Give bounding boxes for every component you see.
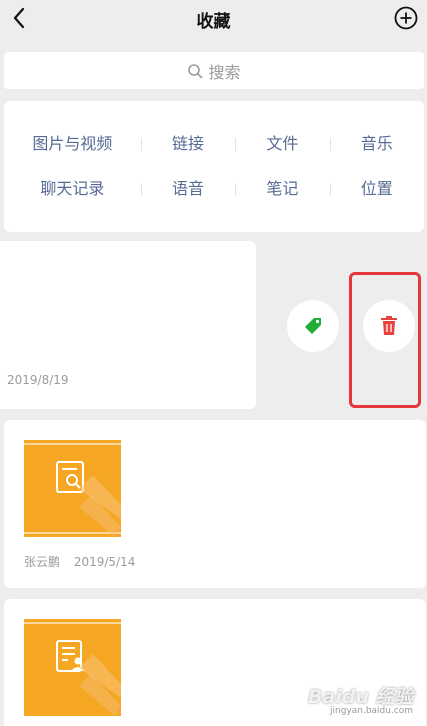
plus-circle-icon xyxy=(394,6,418,30)
tag-icon xyxy=(305,318,321,334)
file-thumbnail xyxy=(24,440,121,537)
note-thumbnail xyxy=(24,619,121,716)
add-button[interactable] xyxy=(393,5,419,31)
decorative-stripes xyxy=(79,654,121,716)
page-title: 收藏 xyxy=(196,12,231,32)
category-music[interactable]: 音乐 xyxy=(329,131,424,157)
tag-button[interactable] xyxy=(287,300,339,352)
item-date: 2019/8/19 xyxy=(7,373,69,387)
favorite-item[interactable]: 张云鹏 2019/5/14 xyxy=(4,420,426,588)
category-chat-history[interactable]: 聊天记录 xyxy=(4,176,141,202)
highlight-frame xyxy=(349,272,421,408)
category-row-1: 图片与视频 链接 文件 音乐 xyxy=(4,131,424,157)
search-placeholder: 搜索 xyxy=(208,62,241,82)
category-panel: 图片与视频 链接 文件 音乐 聊天记录 语音 笔记 位置 xyxy=(4,101,424,232)
category-row-2: 聊天记录 语音 笔记 位置 xyxy=(4,176,424,202)
item-author: 张云鹏 xyxy=(24,555,61,569)
search-icon xyxy=(188,63,203,78)
category-location[interactable]: 位置 xyxy=(329,176,424,202)
category-files[interactable]: 文件 xyxy=(235,131,329,157)
category-notes[interactable]: 笔记 xyxy=(235,176,329,202)
navigation-bar: 收藏 xyxy=(0,0,427,40)
watermark: Baidu 经验 jingyan.baidu.com xyxy=(308,682,414,716)
category-voice[interactable]: 语音 xyxy=(140,176,235,202)
item-date: 2019/5/14 xyxy=(73,555,136,569)
watermark-brand: Baidu 经验 xyxy=(308,686,414,708)
category-images-videos[interactable]: 图片与视频 xyxy=(4,131,141,157)
category-links[interactable]: 链接 xyxy=(140,131,235,157)
watermark-sub: jingyan.baidu.com xyxy=(330,706,414,716)
search-bar[interactable]: 搜索 xyxy=(4,52,424,89)
decorative-stripes xyxy=(79,475,121,537)
item-meta: 张云鹏 2019/5/14 xyxy=(24,553,135,570)
